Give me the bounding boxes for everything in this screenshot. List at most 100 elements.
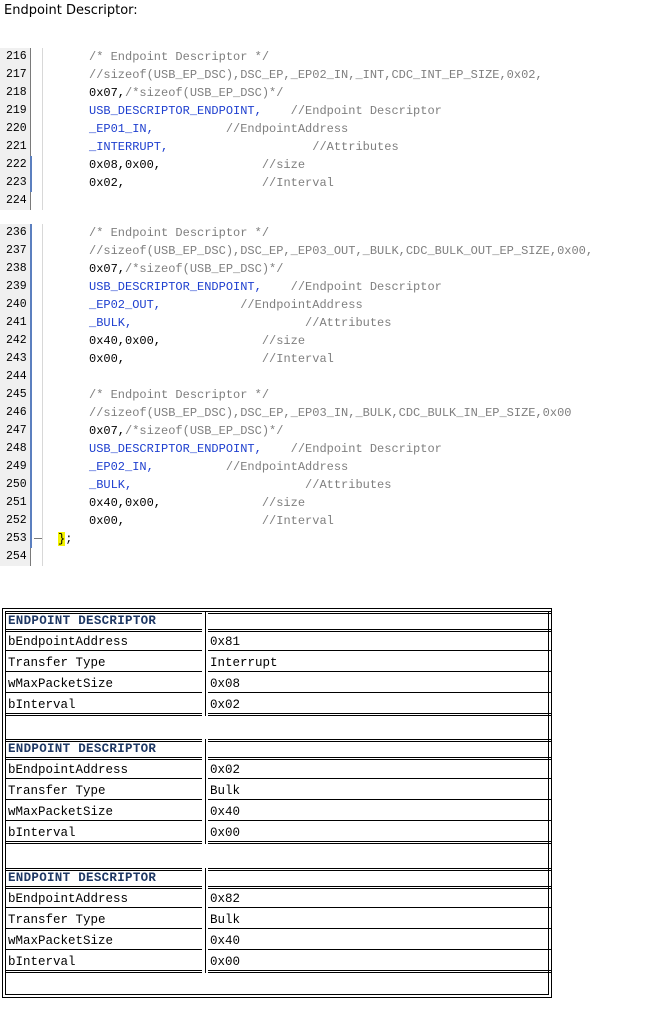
indent-guide xyxy=(42,296,43,314)
code-token: _EP02_IN, xyxy=(89,460,154,474)
code-line: 250 _BULK, //Attributes xyxy=(0,476,664,494)
indent-guide xyxy=(42,84,43,102)
field-name: bInterval xyxy=(8,955,76,969)
field-value: 0x00 xyxy=(210,826,241,840)
matched-brace-highlight: } xyxy=(58,532,66,546)
code-text: /* Endpoint Descriptor */ xyxy=(89,48,269,66)
descriptor-field-row: Transfer Type Bulk xyxy=(4,781,552,802)
row-rule xyxy=(208,692,552,693)
code-text: USB_DESCRIPTOR_ENDPOINT, //Endpoint Desc… xyxy=(89,278,442,296)
change-marker xyxy=(30,260,32,278)
code-token: USB_DESCRIPTOR_ENDPOINT, xyxy=(89,104,262,118)
line-number: 251 xyxy=(0,494,30,512)
change-marker xyxy=(30,314,32,332)
line-number: 248 xyxy=(0,440,30,458)
indent-guide xyxy=(42,314,43,332)
code-line: 247 0x07,/*sizeof(USB_EP_DSC)*/ xyxy=(0,422,664,440)
descriptor-field-row: bInterval 0x00 xyxy=(4,952,552,973)
code-token: _BULK, xyxy=(89,478,133,492)
code-line: 221 _INTERRUPT, //Attributes xyxy=(0,138,664,156)
line-number: 247 xyxy=(0,422,30,440)
field-name: bEndpointAddress xyxy=(8,892,129,906)
code-comment: //size xyxy=(161,496,306,510)
descriptor-field-row: bInterval 0x02 xyxy=(4,695,552,716)
line-number: 240 xyxy=(0,296,30,314)
code-comment: //Attributes xyxy=(132,478,392,492)
indent-guide xyxy=(42,156,43,174)
descriptor-title: ENDPOINT DESCRIPTOR xyxy=(8,871,157,885)
line-number: 252 xyxy=(0,512,30,530)
code-line: 237 //sizeof(USB_EP_DSC),DSC_EP,_EP03_OUT… xyxy=(0,242,664,260)
row-rule xyxy=(6,692,202,693)
line-number: 238 xyxy=(0,260,30,278)
code-text: _BULK, //Attributes xyxy=(89,476,391,494)
field-name: bInterval xyxy=(8,698,76,712)
code-line: 223 0x02, //Interval xyxy=(0,174,664,192)
row-rule xyxy=(6,713,202,716)
field-value: 0x02 xyxy=(210,698,241,712)
indent-guide xyxy=(42,224,43,242)
line-number: 250 xyxy=(0,476,30,494)
indent-guide xyxy=(42,174,43,192)
code-token: 0x02, xyxy=(89,176,126,190)
code-text: _EP01_IN, //EndpointAddress xyxy=(89,120,348,138)
code-comment: //EndpointAddress xyxy=(161,298,363,312)
code-line: 248 USB_DESCRIPTOR_ENDPOINT, //Endpoint D… xyxy=(0,440,664,458)
code-comment: //Interval xyxy=(125,352,334,366)
code-line: 216 /* Endpoint Descriptor */ xyxy=(0,48,664,66)
code-line: 236 /* Endpoint Descriptor */ xyxy=(0,224,664,242)
row-rule xyxy=(208,778,552,779)
code-text: 0x08,0x00, //size xyxy=(89,156,305,174)
field-name: Transfer Type xyxy=(8,913,106,927)
code-comment: //Attributes xyxy=(168,140,399,154)
code-token: //sizeof(USB_EP_DSC),DSC_EP,_EP02_IN,_IN… xyxy=(89,68,543,82)
code-comment: //EndpointAddress xyxy=(153,460,349,474)
change-marker xyxy=(30,476,32,494)
code-line: 251 0x40,0x00, //size xyxy=(0,494,664,512)
code-comment: /*sizeof(USB_EP_DSC)*/ xyxy=(125,86,284,100)
code-text: USB_DESCRIPTOR_ENDPOINT, //Endpoint Desc… xyxy=(89,102,442,120)
column-separator xyxy=(205,910,206,931)
indent-guide xyxy=(42,242,43,260)
code-text: 0x00, //Interval xyxy=(89,350,334,368)
field-value: 0x82 xyxy=(210,892,241,906)
code-token: /* Endpoint Descriptor */ xyxy=(89,226,270,240)
column-separator xyxy=(205,802,206,823)
row-rule xyxy=(208,907,552,908)
line-number: 224 xyxy=(0,192,30,210)
indent-guide xyxy=(42,48,43,66)
row-rule xyxy=(208,970,552,973)
change-marker xyxy=(30,440,32,458)
row-rule xyxy=(208,928,552,929)
line-number: 253 xyxy=(0,530,30,548)
row-rule xyxy=(208,650,552,651)
code-line: 240 _EP02_OUT, //EndpointAddress xyxy=(0,296,664,314)
indent-guide xyxy=(42,530,43,548)
fold-gutter xyxy=(30,120,42,138)
code-token: 0x00, xyxy=(89,352,126,366)
field-name: wMaxPacketSize xyxy=(8,677,114,691)
endpoint-descriptor-table: ENDPOINT DESCRIPTOR bEndpointAddress 0x81 T… xyxy=(4,611,552,716)
indent-guide xyxy=(42,494,43,512)
indent-guide xyxy=(42,138,43,156)
code-line: 253}; xyxy=(0,530,664,548)
line-number: 218 xyxy=(0,84,30,102)
code-text: 0x02, //Interval xyxy=(89,174,334,192)
column-separator xyxy=(205,931,206,952)
code-line: 218 0x07,/*sizeof(USB_EP_DSC)*/ xyxy=(0,84,664,102)
code-comment: //size xyxy=(161,334,306,348)
row-rule xyxy=(208,820,552,821)
change-marker xyxy=(30,296,32,314)
code-text: /* Endpoint Descriptor */ xyxy=(89,224,269,242)
indent-guide xyxy=(42,66,43,84)
row-rule xyxy=(208,841,552,844)
line-number: 254 xyxy=(0,548,30,566)
code-text: //sizeof(USB_EP_DSC),DSC_EP,_EP03_IN,_BU… xyxy=(89,404,571,422)
code-token: 0x07, xyxy=(89,86,126,100)
descriptor-title-row: ENDPOINT DESCRIPTOR xyxy=(4,868,552,889)
line-number: 237 xyxy=(0,242,30,260)
field-value: 0x02 xyxy=(210,763,241,777)
line-number: 239 xyxy=(0,278,30,296)
code-listing-interrupt-endpoint: 216 /* Endpoint Descriptor */ 217 //sizeof(… xyxy=(0,48,664,210)
change-marker xyxy=(30,458,32,476)
